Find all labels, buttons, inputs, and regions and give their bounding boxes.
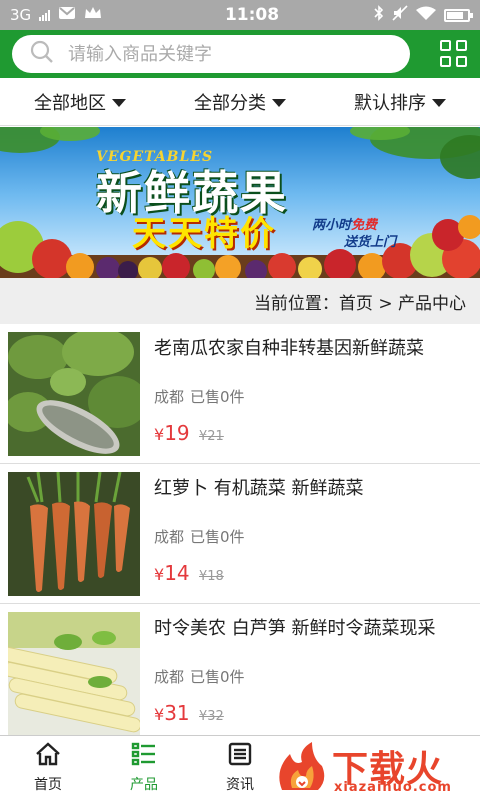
product-title[interactable]: 老南瓜农家自种非转基因新鲜蔬菜	[154, 334, 424, 360]
promo-banner[interactable]: VEGETABLES 新鲜蔬果 天天特价 两小时免费 送货上门	[0, 127, 480, 278]
nav-news-label: 资讯	[226, 777, 254, 793]
search-box[interactable]	[12, 35, 410, 73]
product-sold: 已售0件	[190, 528, 245, 546]
bluetooth-icon	[374, 5, 384, 25]
product-image-asparagus[interactable]	[8, 612, 140, 736]
currency-symbol: ¥	[154, 705, 165, 724]
product-price: ¥31	[154, 701, 190, 725]
list-icon	[131, 742, 157, 770]
nav-products-label: 产品	[130, 777, 158, 793]
status-right	[374, 5, 473, 25]
news-icon	[227, 742, 253, 770]
product-location: 成都	[154, 388, 185, 406]
product-meta: 成都 已售0件	[154, 526, 245, 547]
product-old-price: ¥32	[199, 709, 224, 724]
caret-down-icon	[112, 98, 126, 107]
network-type: 3G	[10, 6, 32, 24]
product-old-price: ¥18	[199, 569, 224, 584]
price-value: 31	[164, 701, 190, 725]
filter-category-label: 全部分类	[194, 92, 266, 114]
search-icon	[30, 40, 54, 68]
filter-region[interactable]: 全部地区	[0, 78, 160, 125]
product-location: 成都	[154, 668, 185, 686]
header	[0, 30, 480, 78]
watermark-logo-icon	[279, 742, 325, 790]
price-value: 19	[164, 421, 190, 445]
currency-symbol: ¥	[154, 565, 165, 584]
nav-home[interactable]: 首页	[0, 736, 96, 800]
product-sold: 已售0件	[190, 668, 245, 686]
product-location: 成都	[154, 528, 185, 546]
product-item[interactable]: 红萝卜 有机蔬菜 新鲜蔬菜 成都 已售0件 ¥14 ¥18	[0, 464, 480, 604]
breadcrumb: 当前位置：首页 > 产品中心	[0, 278, 480, 324]
home-icon	[35, 742, 61, 770]
status-bar: 3G 11:08	[0, 0, 480, 30]
banner-tag-line2: 送货上门	[344, 235, 397, 250]
mute-icon	[392, 5, 408, 25]
caret-down-icon	[432, 98, 446, 107]
price-value: 14	[164, 561, 190, 585]
banner-subtitle: 天天特价	[132, 214, 276, 254]
filter-sort[interactable]: 默认排序	[320, 78, 480, 125]
message-icon	[58, 6, 76, 24]
product-meta: 成都 已售0件	[154, 386, 245, 407]
battery-icon	[444, 8, 473, 22]
nav-products[interactable]: 产品	[96, 736, 192, 800]
filter-sort-label: 默认排序	[354, 92, 426, 114]
search-input[interactable]	[68, 43, 388, 65]
status-left: 3G	[10, 6, 190, 24]
product-item[interactable]: 老南瓜农家自种非转基因新鲜蔬菜 成都 已售0件 ¥19 ¥21	[0, 324, 480, 464]
status-time: 11:08	[224, 5, 280, 25]
product-image-pumpkin[interactable]	[8, 332, 140, 456]
currency-symbol: ¥	[154, 425, 165, 444]
product-meta: 成都 已售0件	[154, 666, 245, 687]
filter-bar: 全部地区 全部分类 默认排序	[0, 78, 480, 126]
watermark: 下载火 xiazaihuo.com	[272, 740, 472, 796]
product-item[interactable]: 时令美农 白芦笋 新鲜时令蔬菜现采 成都 已售0件 ¥31 ¥32	[0, 604, 480, 744]
signal-icon	[39, 9, 51, 21]
product-sold: 已售0件	[190, 388, 245, 406]
product-title[interactable]: 红萝卜 有机蔬菜 新鲜蔬菜	[154, 474, 363, 500]
product-title[interactable]: 时令美农 白芦笋 新鲜时令蔬菜现采	[154, 614, 435, 640]
nav-home-label: 首页	[34, 777, 62, 793]
watermark-url: xiazaihuo.com	[334, 780, 452, 795]
nav-spacer: 下载火 xiazaihuo.com	[279, 736, 480, 800]
caret-down-icon	[272, 98, 286, 107]
product-old-price: ¥21	[199, 429, 224, 444]
filter-region-label: 全部地区	[34, 92, 106, 114]
wifi-icon	[416, 6, 436, 25]
grid-menu-icon[interactable]	[440, 40, 468, 68]
product-price: ¥14	[154, 561, 190, 585]
crown-icon	[84, 6, 102, 24]
product-price: ¥19	[154, 421, 190, 445]
filter-category[interactable]: 全部分类	[160, 78, 320, 125]
bottom-nav: 首页 产品 资讯 下载火 xiazaihuo.com	[0, 735, 480, 800]
product-image-carrot[interactable]	[8, 472, 140, 596]
